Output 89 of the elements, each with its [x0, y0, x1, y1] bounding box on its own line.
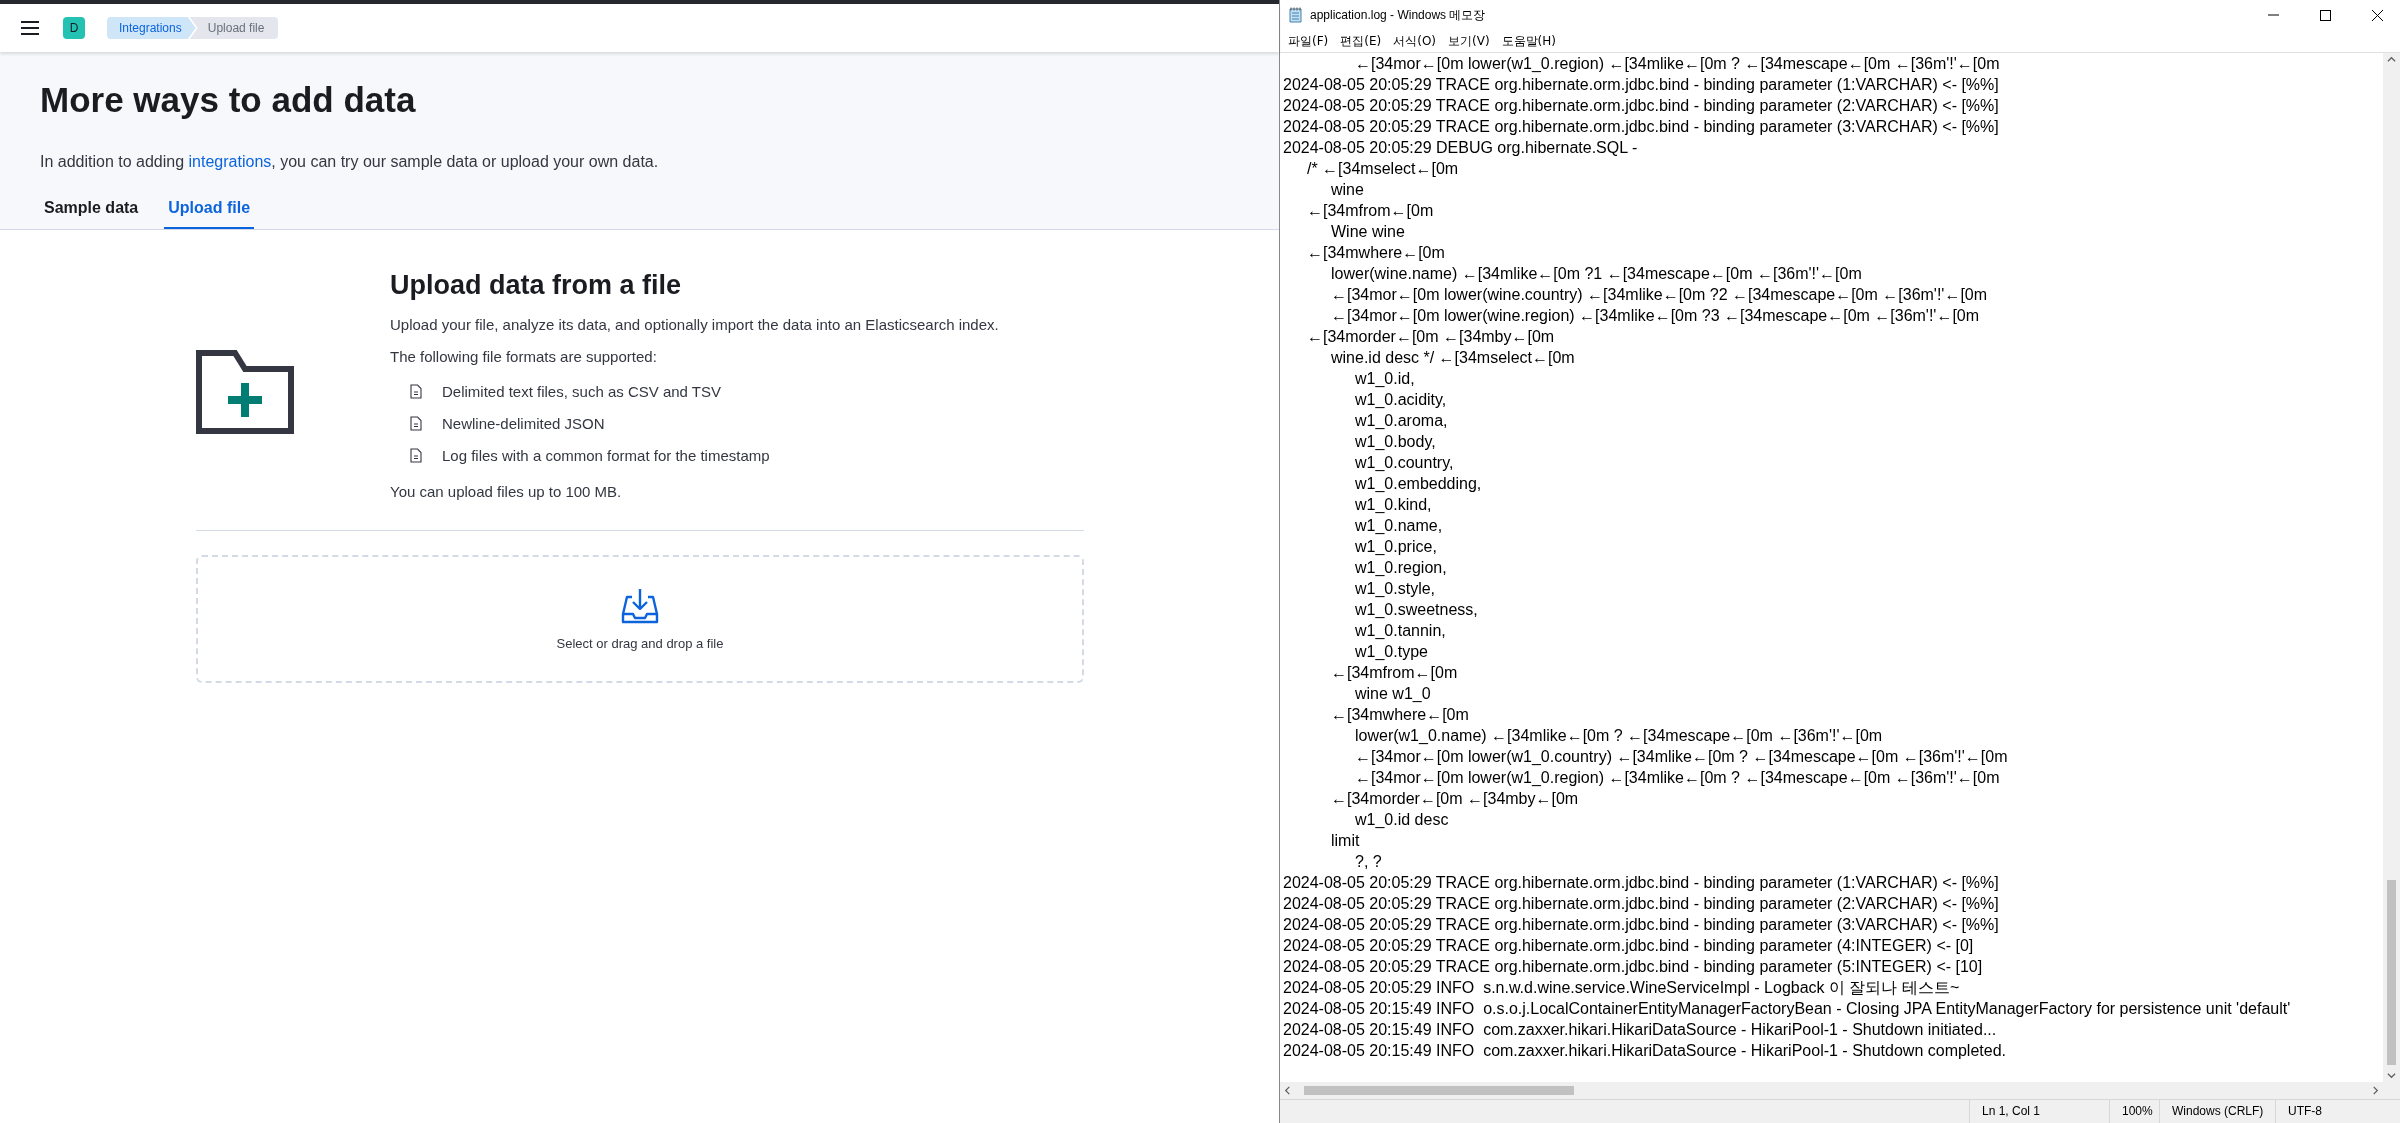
formats-intro: The following file formats are supported:	[390, 347, 658, 367]
log-line: 2024-08-05 20:15:49 INFO com.zaxxer.hikari.HikariDataSource - HikariPool-1 - Shutdown completed.	[1283, 1041, 2006, 1061]
log-line: 2024-08-05 20:15:49 INFO o.s.o.j.LocalContainerEntityManagerFactoryBean - Closing JPA EntityManagerFactory for persistence unit 'default'	[1283, 999, 2291, 1019]
log-line: 2024-08-05 20:05:29 DEBUG org.hibernate.SQL -	[1283, 138, 1638, 158]
log-line: 2024-08-05 20:15:49 INFO com.zaxxer.hikari.HikariDataSource - HikariPool-1 - Shutdown initiated...	[1283, 1020, 1997, 1040]
log-line: lower(wine.name) ←[34mlike←[0m ?1 ←[34mescape←[0m ←[36m'!'←[0m	[1330, 264, 1862, 284]
log-line: ←[34morder←[0m ←[34mby←[0m	[1306, 327, 1555, 347]
menu-item[interactable]: 파일(F)	[1282, 32, 1335, 50]
log-line: w1_0.embedding,	[1354, 474, 1482, 494]
log-line: ←[34mwhere←[0m	[1330, 705, 1469, 725]
dropzone-label: Select or drag and drop a file	[556, 635, 724, 651]
import-icon	[621, 587, 659, 624]
log-line: wine	[1330, 180, 1364, 200]
menu-item[interactable]: 보기(V)	[1442, 32, 1496, 50]
log-line: 2024-08-05 20:05:29 TRACE org.hibernate.orm.jdbc.bind - binding parameter (3:VARCHAR) <- [%%]	[1283, 915, 1999, 935]
log-line: w1_0.region,	[1354, 558, 1447, 578]
menu-item[interactable]: 도움말(H)	[1495, 32, 1562, 50]
log-line: ←[34mfrom←[0m	[1330, 663, 1458, 683]
scrollbar-thumb[interactable]	[2387, 880, 2396, 1065]
maximize-icon	[2319, 9, 2331, 21]
breadcrumb[interactable]: Upload file	[189, 17, 279, 39]
page-title: More ways to add data	[40, 79, 417, 121]
encoding: UTF-8	[2275, 1100, 2400, 1123]
log-line: w1_0.price,	[1354, 537, 1437, 557]
log-line: ←[34mor←[0m lower(w1_0.region) ←[34mlike←[0m ? ←[34mescape←[0m ←[36m'!'←[0m	[1354, 54, 2000, 74]
log-line: w1_0.name,	[1354, 516, 1443, 536]
log-line: 2024-08-05 20:05:29 TRACE org.hibernate.orm.jdbc.bind - binding parameter (3:VARCHAR) <- [%%]	[1283, 117, 1999, 137]
log-line: 2024-08-05 20:05:29 TRACE org.hibernate.orm.jdbc.bind - binding parameter (5:INTEGER) <- [10]	[1283, 957, 1983, 977]
log-line: ←[34mor←[0m lower(wine.country) ←[34mlike←[0m ?2 ←[34mescape←[0m ←[36m'!'←[0m	[1330, 285, 1988, 305]
document-icon	[410, 448, 422, 463]
notepad-icon	[1288, 7, 1304, 23]
log-line: w1_0.style,	[1354, 579, 1436, 599]
log-line: ←[34mor←[0m lower(w1_0.country) ←[34mlike←[0m ? ←[34mescape←[0m ←[36m'!'←[0m	[1354, 747, 2008, 767]
folder-plus-icon	[196, 350, 294, 434]
log-line: w1_0.body,	[1354, 432, 1436, 452]
menu-item[interactable]: 편집(E)	[1334, 32, 1388, 50]
horizontal-scrollbar[interactable]	[1280, 1082, 2383, 1099]
upload-title: Upload data from a file	[390, 270, 683, 301]
menu-item[interactable]: 서식(O)	[1387, 32, 1443, 50]
log-line: ←[34mwhere←[0m	[1306, 243, 1445, 263]
breadcrumb[interactable]: Integrations	[107, 17, 196, 39]
log-line: ←[34mfrom←[0m	[1306, 201, 1434, 221]
log-line: wine w1_0	[1354, 684, 1431, 704]
format-item: Newline-delimited JSON	[442, 415, 605, 432]
integrations-link[interactable]: integrations	[188, 153, 272, 170]
format-item: Delimited text files, such as CSV and TSV	[442, 383, 721, 400]
log-line: w1_0.type	[1354, 642, 1428, 662]
tab[interactable]: Upload file	[164, 199, 255, 229]
log-line: Wine wine	[1330, 222, 1405, 242]
log-line: 2024-08-05 20:05:29 INFO s.n.w.d.wine.service.WineServiceImpl - Logback 이 잘되나 테스트~	[1283, 978, 1960, 998]
log-line: 2024-08-05 20:05:29 TRACE org.hibernate.orm.jdbc.bind - binding parameter (2:VARCHAR) <- [%%]	[1283, 894, 1999, 914]
zoom-level: 100%	[2109, 1100, 2159, 1123]
log-line: /* ←[34mselect←[0m	[1306, 159, 1459, 179]
log-line: 2024-08-05 20:05:29 TRACE org.hibernate.orm.jdbc.bind - binding parameter (4:INTEGER) <- [0]	[1283, 936, 1974, 956]
log-line: w1_0.tannin,	[1354, 621, 1446, 641]
close-icon	[2371, 9, 2383, 21]
menu-icon	[21, 21, 39, 35]
minimize-icon	[2267, 14, 2279, 16]
log-line: wine.id desc */ ←[34mselect←[0m	[1330, 348, 1575, 368]
log-line: 2024-08-05 20:05:29 TRACE org.hibernate.orm.jdbc.bind - binding parameter (2:VARCHAR) <- [%%]	[1283, 96, 1999, 116]
log-line: 2024-08-05 20:05:29 TRACE org.hibernate.orm.jdbc.bind - binding parameter (1:VARCHAR) <- [%%]	[1283, 75, 1999, 95]
log-line: lower(w1_0.name) ←[34mlike←[0m ? ←[34mescape←[0m ←[36m'!'←[0m	[1354, 726, 1883, 746]
log-line: w1_0.acidity,	[1354, 390, 1447, 410]
log-line: w1_0.kind,	[1354, 495, 1432, 515]
page-description: In addition to adding integrations, you can try our sample data or upload your own data.	[40, 152, 660, 172]
log-line: w1_0.country,	[1354, 453, 1454, 473]
log-line: 2024-08-05 20:05:29 TRACE org.hibernate.orm.jdbc.bind - binding parameter (1:VARCHAR) <- [%%]	[1283, 873, 1999, 893]
format-item: Log files with a common format for the timestamp	[442, 447, 770, 464]
file-dropzone[interactable]: Select or drag and drop a file	[196, 555, 1084, 683]
document-icon	[410, 416, 422, 431]
scrollbar-thumb[interactable]	[1304, 1086, 1574, 1095]
space-avatar[interactable]: D	[63, 17, 85, 39]
window-title: application.log - Windows 메모장	[1310, 6, 1487, 24]
log-line: limit	[1330, 831, 1360, 851]
vertical-scrollbar[interactable]	[2383, 53, 2400, 1082]
log-line: w1_0.id desc	[1354, 810, 1449, 830]
upload-description: Upload your file, analyze its data, and optionally import the data into an Elasticsearch index.	[390, 315, 1000, 335]
log-line: ?, ?	[1354, 852, 1382, 872]
log-line: w1_0.id,	[1354, 369, 1415, 389]
size-limit-text: You can upload files up to 100 MB.	[390, 482, 623, 502]
tab[interactable]: Sample data	[40, 199, 143, 229]
log-line: w1_0.aroma,	[1354, 411, 1448, 431]
log-line: w1_0.sweetness,	[1354, 600, 1478, 620]
line-ending: Windows (CRLF)	[2159, 1100, 2275, 1123]
log-line: ←[34morder←[0m ←[34mby←[0m	[1330, 789, 1579, 809]
log-line: ←[34mor←[0m lower(w1_0.region) ←[34mlike←[0m ? ←[34mescape←[0m ←[36m'!'←[0m	[1354, 768, 2000, 788]
log-line: ←[34mor←[0m lower(wine.region) ←[34mlike←[0m ?3 ←[34mescape←[0m ←[36m'!'←[0m	[1330, 306, 1980, 326]
document-icon	[410, 384, 422, 399]
cursor-position: Ln 1, Col 1	[1969, 1100, 2109, 1123]
